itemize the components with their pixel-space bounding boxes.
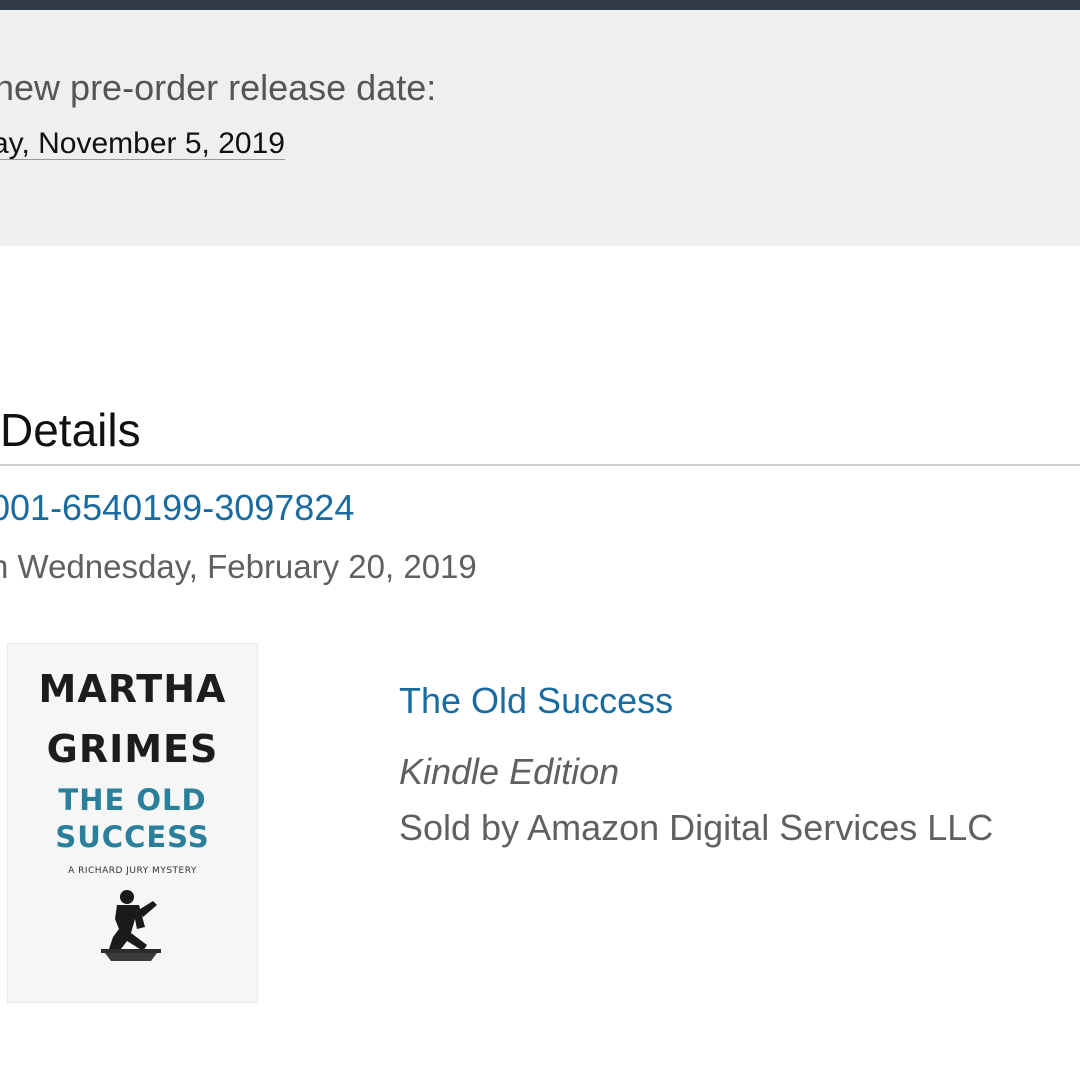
cover-figure-illustration bbox=[101, 890, 161, 961]
cover-author-last: GRIMES bbox=[46, 727, 219, 771]
preorder-notice-box: new pre-order release date: ay, November… bbox=[0, 10, 1080, 246]
product-seller: Sold by Amazon Digital Services LLC bbox=[399, 807, 994, 848]
order-date: n Wednesday, February 20, 2019 bbox=[0, 548, 477, 585]
preorder-notice-label: new pre-order release date: bbox=[0, 67, 437, 108]
top-bar bbox=[0, 0, 1080, 10]
product-title-link[interactable]: The Old Success bbox=[399, 680, 673, 722]
book-cover-image[interactable]: MARTHA GRIMES THE OLD SUCCESS A RICHARD … bbox=[7, 643, 258, 1003]
preorder-release-date[interactable]: ay, November 5, 2019 bbox=[0, 127, 285, 161]
cover-title-line1: THE OLD bbox=[58, 783, 207, 817]
cover-title-line2: SUCCESS bbox=[55, 820, 210, 854]
details-heading: Details bbox=[0, 404, 141, 456]
product-format: Kindle Edition bbox=[399, 751, 620, 792]
cover-author-first: MARTHA bbox=[38, 667, 227, 711]
details-divider bbox=[0, 464, 1080, 466]
cover-series: A RICHARD JURY MYSTERY bbox=[68, 866, 197, 876]
order-number-link[interactable]: 001-6540199-3097824 bbox=[0, 487, 354, 529]
